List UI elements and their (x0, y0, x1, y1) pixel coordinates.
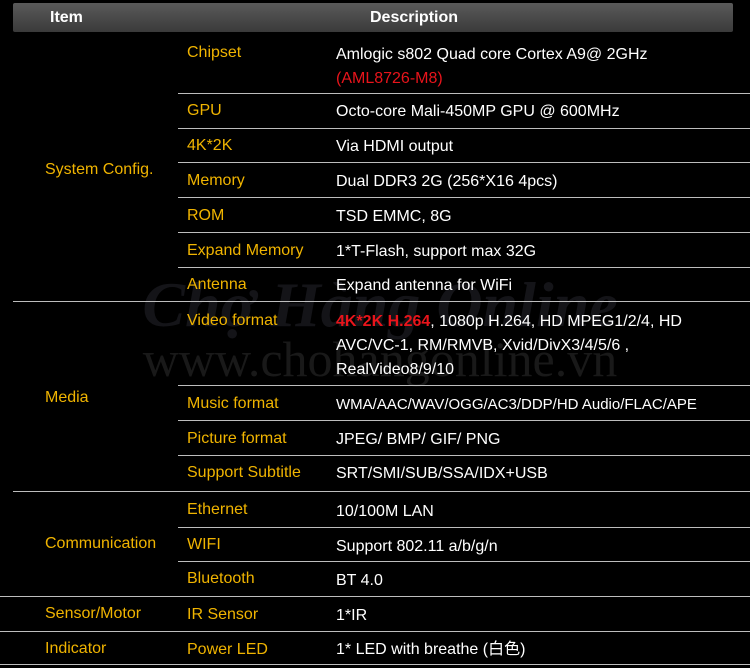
desc-ethernet: 10/100M LAN (336, 503, 434, 520)
header-item: Item (50, 9, 83, 26)
row-divider (178, 267, 750, 268)
feature-picture-format: Picture format (187, 430, 287, 447)
row-divider (178, 455, 750, 456)
desc-support-subtitle: SRT/SMI/SUB/SSA/IDX+USB (336, 465, 548, 482)
category-media: Media (45, 389, 89, 406)
section-divider (0, 631, 750, 632)
category-system-config: System Config. (45, 161, 154, 178)
feature-chipset: Chipset (187, 44, 242, 61)
feature-gpu: GPU (187, 102, 222, 119)
desc-bluetooth: BT 4.0 (336, 572, 383, 589)
desc-4k2k: Via HDMI output (336, 138, 454, 155)
feature-memory: Memory (187, 172, 245, 189)
desc-antenna: Expand antenna for WiFi (336, 277, 513, 294)
feature-support-subtitle: Support Subtitle (187, 464, 301, 481)
desc-wifi: Support 802.11 a/b/g/n (336, 538, 498, 555)
header-description: Description (370, 9, 459, 26)
feature-power-led: Power LED (187, 641, 268, 658)
row-divider (178, 162, 750, 163)
row-divider (178, 420, 750, 421)
row-divider (178, 93, 750, 94)
desc-video-format: 4K*2K H.264, 1080p H.264, HD MPEG1/2/4, … (336, 310, 682, 382)
feature-ethernet: Ethernet (187, 501, 248, 518)
section-divider (13, 301, 750, 302)
desc-expand-memory: 1*T-Flash, support max 32G (336, 243, 537, 260)
row-divider (178, 128, 750, 129)
feature-antenna: Antenna (187, 276, 247, 293)
feature-expand-memory: Expand Memory (187, 242, 304, 259)
desc-rom: TSD EMMC, 8G (336, 208, 452, 225)
desc-gpu: Octo-core Mali-450MP GPU @ 600MHz (336, 103, 620, 120)
desc-picture-format: JPEG/ BMP/ GIF/ PNG (336, 431, 501, 448)
desc-music-format: WMA/AAC/WAV/OGG/AC3/DDP/HD Audio/FLAC/AP… (336, 396, 697, 413)
category-communication: Communication (45, 535, 157, 552)
desc-chipset-model: (AML8726-M8) (336, 70, 443, 87)
feature-music-format: Music format (187, 395, 279, 412)
desc-video-line2: AVC/VC-1, RM/RMVB, Xvid/DivX3/4/5/6 , (336, 337, 630, 354)
row-divider (178, 527, 750, 528)
desc-video-line1: , 1080p H.264, HD MPEG1/2/4, HD (430, 313, 682, 330)
row-divider (178, 561, 750, 562)
table-header: Item Description (13, 3, 733, 32)
category-sensor-motor: Sensor/Motor (45, 605, 142, 622)
desc-video-highlight: 4K*2K H.264 (336, 313, 431, 330)
desc-chipset-text: Amlogic s802 Quad core Cortex A9@ 2GHz (336, 46, 648, 63)
section-divider (0, 596, 750, 597)
feature-video-format: Video format (187, 312, 278, 329)
desc-video-line3: RealVideo8/9/10 (336, 361, 455, 378)
desc-memory: Dual DDR3 2G (256*X16 4pcs) (336, 173, 558, 190)
row-divider (178, 385, 750, 386)
section-divider (13, 491, 750, 492)
feature-bluetooth: Bluetooth (187, 570, 255, 587)
row-divider (178, 197, 750, 198)
category-indicator: Indicator (45, 640, 107, 657)
desc-ir-sensor: 1*IR (336, 607, 368, 624)
row-divider (178, 232, 750, 233)
feature-rom: ROM (187, 207, 225, 224)
feature-wifi: WIFI (187, 536, 221, 553)
feature-ir-sensor: IR Sensor (187, 606, 259, 623)
feature-4k2k: 4K*2K (187, 137, 233, 154)
desc-power-led: 1* LED with breathe (白色) (336, 641, 526, 658)
desc-chipset: Amlogic s802 Quad core Cortex A9@ 2GHz (… (336, 43, 648, 91)
section-divider (0, 664, 750, 665)
